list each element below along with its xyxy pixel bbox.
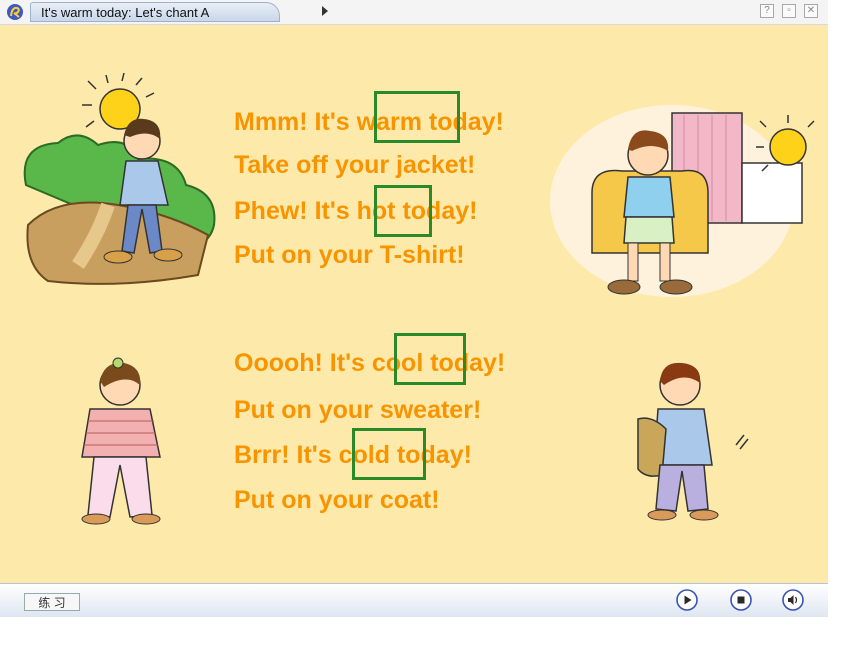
title-bar: It's warm today: Let's chant A ? ▫ ✕	[0, 0, 828, 25]
stop-icon[interactable]	[730, 589, 752, 611]
close-button[interactable]: ✕	[804, 4, 818, 18]
verse2-line4: Put on your coat!	[234, 486, 440, 514]
restore-button[interactable]: ▫	[782, 4, 796, 18]
practice-button[interactable]: 练 习	[24, 593, 80, 611]
verse2-line2: Put on your sweater!	[234, 396, 482, 424]
slide-canvas: Mmm! It's warm today! Take off your jack…	[0, 25, 828, 583]
girl-in-sweater-illustration	[81, 357, 161, 525]
app-logo-icon	[7, 4, 23, 20]
boy-walking-illustration	[23, 72, 216, 285]
verse1-line3-start: Phew! It's	[234, 197, 357, 225]
verse1-line4: Put on your T-shirt!	[234, 241, 465, 269]
verse1-line1: Mmm! It's warm today!	[234, 107, 504, 137]
highlight-box-warm	[374, 91, 460, 143]
highlight-box-cool	[394, 333, 466, 385]
verse2-line1-start: Ooooh! It's	[234, 349, 372, 377]
boy-holding-coat-illustration	[637, 362, 749, 521]
verse2-line3-start: Brrr! It's	[234, 441, 339, 469]
help-button[interactable]: ?	[760, 4, 774, 18]
volume-icon[interactable]	[782, 589, 804, 611]
verse1-line3: Phew! It's hot today!	[234, 196, 477, 226]
boy-in-armchair-illustration	[550, 105, 815, 297]
highlight-box-hot	[374, 185, 432, 237]
play-icon[interactable]	[676, 589, 698, 611]
tab-arrow-icon[interactable]	[322, 6, 328, 16]
window-title: It's warm today: Let's chant A	[30, 2, 280, 22]
highlight-box-cold	[352, 428, 426, 480]
verse1-line2: Take off your jacket!	[234, 151, 476, 179]
verse1-line1-start: Mmm! It's	[234, 108, 357, 136]
bottom-toolbar: 练 习	[0, 583, 828, 617]
